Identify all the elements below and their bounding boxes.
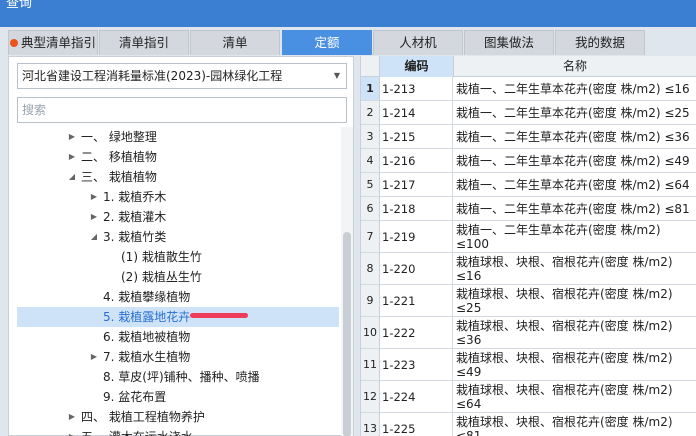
chevron-down-icon: ▼ [333, 71, 340, 80]
tree-node[interactable]: ◢ 3. 栽植竹类 [17, 227, 339, 247]
tree-node[interactable]: ▶ 四、 栽植工程植物养护 [17, 407, 339, 427]
table-row[interactable]: 8 1-220 栽植球根、块根、宿根花卉(密度 株/m2) ≤16 [361, 253, 696, 285]
table-row[interactable]: 1 1-213 栽植一、二年生草本花卉(密度 株/m2) ≤16 [361, 77, 696, 101]
tab-bill-guide[interactable]: 清单指引 [99, 30, 189, 55]
tab-bill[interactable]: 清单 [190, 30, 280, 55]
tree-node[interactable]: (2) 栽植丛生竹 [17, 267, 339, 287]
quota-table: 编码 名称 1 1-213 栽植一、二年生草本花卉(密度 株/m2) ≤16 2 1-… [360, 56, 696, 436]
standard-select[interactable]: 河北省建设工程消耗量标准(2023)-园林绿化工程 ▼ [17, 63, 347, 89]
collapse-down-icon[interactable]: ◢ [67, 167, 77, 187]
table-row[interactable]: 2 1-214 栽植一、二年生草本花卉(密度 株/m2) ≤25 [361, 101, 696, 125]
tree-node-selected[interactable]: 5. 栽植露地花卉 [17, 307, 339, 327]
table-row[interactable]: 4 1-216 栽植一、二年生草本花卉(密度 株/m2) ≤49 [361, 149, 696, 173]
scrollbar-thumb[interactable] [343, 232, 351, 436]
tree-node[interactable]: 6. 栽植地被植物 [17, 327, 339, 347]
search-input[interactable] [17, 97, 347, 123]
tree-node[interactable]: (1) 栽植散生竹 [17, 247, 339, 267]
tab-atlas-method[interactable]: 图集做法 [464, 30, 554, 55]
tree-node[interactable]: 9. 盆花布置 [17, 387, 339, 407]
tree-node[interactable]: ▶五、 灌木在运水浇水 [17, 427, 339, 436]
collapse-down-icon[interactable]: ◢ [89, 227, 99, 247]
tree-node[interactable]: 8. 草皮(坪)铺种、播种、喷播 [17, 367, 339, 387]
expand-right-icon[interactable]: ▶ [67, 407, 77, 427]
expand-right-icon[interactable]: ▶ [89, 207, 99, 227]
expand-right-icon[interactable]: ▶ [89, 187, 99, 207]
expand-right-icon[interactable]: ▶ [67, 427, 77, 436]
table-row[interactable]: 3 1-215 栽植一、二年生草本花卉(密度 株/m2) ≤36 [361, 125, 696, 149]
tree-scrollbar[interactable] [341, 127, 353, 436]
window-title-bar: 查询 [0, 0, 696, 27]
table-row[interactable]: 12 1-224 栽植球根、块根、宿根花卉(密度 株/m2) ≤64 [361, 381, 696, 413]
table-row[interactable]: 5 1-217 栽植一、二年生草本花卉(密度 株/m2) ≤64 [361, 173, 696, 197]
left-pane: 河北省建设工程消耗量标准(2023)-园林绿化工程 ▼ ▶一、 绿地整理 ▶二、… [8, 56, 354, 436]
table-row[interactable]: 6 1-218 栽植一、二年生草本花卉(密度 株/m2) ≤81 [361, 197, 696, 221]
table-row[interactable]: 11 1-223 栽植球根、块根、宿根花卉(密度 株/m2) ≤49 [361, 349, 696, 381]
tab-labor-material-machine[interactable]: 人材机 [373, 30, 463, 55]
tab-quota[interactable]: 定额 [282, 30, 372, 55]
expand-right-icon[interactable]: ▶ [67, 147, 77, 167]
table-row[interactable]: 9 1-221 栽植球根、块根、宿根花卉(密度 株/m2) ≤25 [361, 285, 696, 317]
tab-typical-bill-guide[interactable]: 典型清单指引 [8, 30, 98, 55]
annotation-underline [190, 313, 248, 318]
header-code[interactable]: 编码 [380, 56, 454, 77]
tree-node[interactable]: ▶ 1. 栽植乔木 [17, 187, 339, 207]
tree-node[interactable]: ▶ 一、 绿地整理 [17, 127, 339, 147]
tree-node[interactable]: ▶ 2. 栽植灌木 [17, 207, 339, 227]
table-row[interactable]: 7 1-219 栽植一、二年生草本花卉(密度 株/m2) ≤100 [361, 221, 696, 253]
category-tree: ▶ 一、 绿地整理 ▶ 二、 移植植物 ◢ 三、 栽植植物 ▶ 1. 栽植乔木 ▶ 2. … [9, 127, 339, 436]
expand-right-icon[interactable]: ▶ [67, 127, 77, 147]
standard-select-value: 河北省建设工程消耗量标准(2023)-园林绿化工程 [22, 69, 283, 83]
fire-icon [9, 39, 18, 47]
tree-node[interactable]: 4. 栽植攀缘植物 [17, 287, 339, 307]
header-name[interactable]: 名称 [454, 56, 696, 77]
table-header: 编码 名称 [361, 56, 696, 77]
header-rownum [361, 56, 380, 77]
tree-node[interactable]: ◢ 三、 栽植植物 [17, 167, 339, 187]
window-title: 查询 [6, 0, 33, 11]
table-row[interactable]: 13 1-225 栽植球根、块根、宿根花卉(密度 株/m2) ≤81 [361, 413, 696, 436]
tree-node[interactable]: ▶ 二、 移植植物 [17, 147, 339, 167]
table-row[interactable]: 10 1-222 栽植球根、块根、宿根花卉(密度 株/m2) ≤36 [361, 317, 696, 349]
tab-my-data[interactable]: 我的数据 [555, 30, 645, 55]
tab-bar: 典型清单指引 清单指引 清单 定额 人材机 图集做法 我的数据 [0, 27, 696, 56]
tree-node[interactable]: ▶ 7. 栽植水生植物 [17, 347, 339, 367]
expand-right-icon[interactable]: ▶ [89, 347, 99, 367]
